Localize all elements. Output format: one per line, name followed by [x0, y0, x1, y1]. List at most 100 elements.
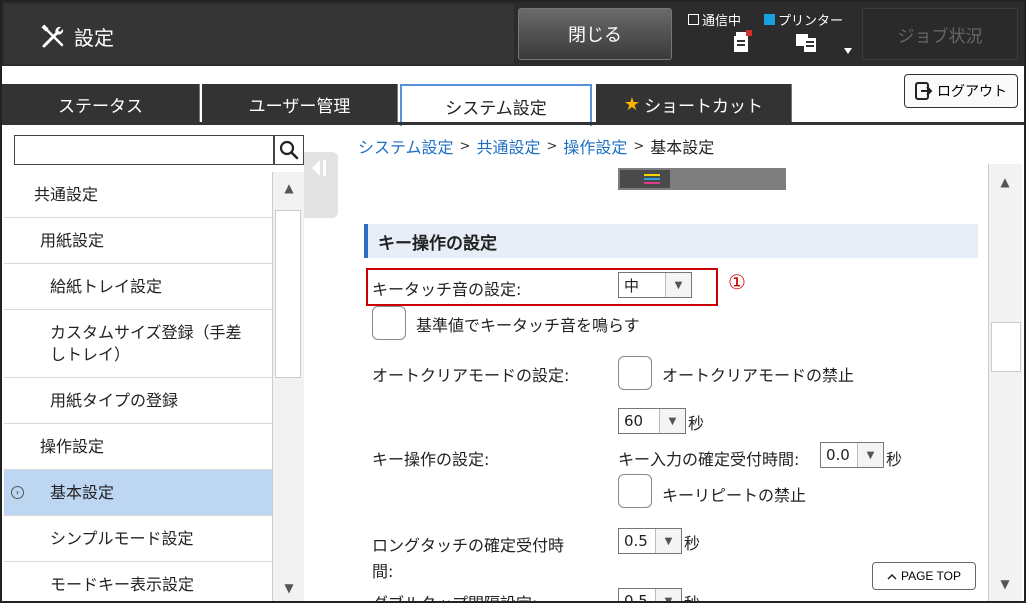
unit-seconds: 秒 — [688, 414, 705, 433]
close-button[interactable]: 閉じる — [518, 8, 672, 60]
app-window: 設定 閉じる 通信中 プリンター ジョブ状況 ログアウト ステータス ユーザー管… — [0, 0, 1026, 603]
legend-printer: プリンター — [764, 10, 843, 29]
chevron-up-icon — [887, 573, 897, 580]
key-input-time-label: キー入力の確定受付時間: — [618, 450, 800, 469]
beep-default-label: 基準値でキータッチ音を鳴らす — [416, 316, 640, 335]
chevron-down-icon: ▼ — [665, 273, 691, 297]
nav-item-basic-settings[interactable]: › 基本設定 — [4, 470, 272, 516]
breadcrumb-system-settings[interactable]: システム設定 — [358, 134, 454, 158]
chevron-down-icon: ▼ — [659, 409, 685, 433]
key-touch-label: キータッチ音の設定: — [372, 280, 522, 299]
key-input-time-select[interactable]: 0.0 ▼ — [820, 442, 884, 468]
unit-seconds: 秒 — [684, 534, 701, 553]
tab-status-label: ステータス — [58, 96, 143, 117]
main-scrollbar[interactable]: ▲ ▼ — [988, 164, 1022, 601]
key-touch-select[interactable]: 中 ▼ — [618, 272, 692, 298]
key-operation-label: キー操作の設定: — [372, 450, 490, 469]
nav-item-common-settings[interactable]: 共通設定 — [4, 172, 272, 218]
beep-default-checkbox[interactable] — [372, 306, 406, 340]
auto-clear-time-select[interactable]: 60 ▼ — [618, 408, 686, 434]
unit-seconds: 秒 — [684, 590, 700, 601]
nav-item-label: 基本設定 — [50, 482, 115, 502]
section-header: キー操作の設定 — [364, 224, 978, 258]
nav-item-label: カスタムサイズ登録（手差しトレイ） — [50, 322, 242, 364]
page-top-label: PAGE TOP — [900, 569, 962, 583]
breadcrumb-operation-settings[interactable]: 操作設定 — [563, 134, 627, 158]
nav-item-label: 給紙トレイ設定 — [50, 276, 163, 296]
annotation-number: ① — [728, 270, 746, 294]
tab-system-settings[interactable]: システム設定 — [400, 84, 592, 126]
star-icon: ★ — [623, 93, 641, 115]
long-touch-time-value: 0.5 — [624, 532, 648, 550]
selected-arrow-icon: › — [11, 486, 24, 499]
tab-underline — [2, 122, 1024, 125]
comm-device-icon[interactable] — [730, 28, 754, 54]
double-tap-label: ダブルタップ間隔設定: — [372, 590, 537, 601]
comm-legend-swatch — [688, 14, 699, 25]
tab-shortcut-label: ショートカット — [644, 96, 764, 117]
preview-strip — [618, 168, 786, 190]
page-title: 設定 — [74, 26, 114, 50]
scroll-down-icon[interactable]: ▼ — [989, 568, 1021, 600]
main-tabs: ステータス ユーザー管理 システム設定 ★ ショートカット — [2, 84, 1024, 126]
collapse-icon — [312, 160, 326, 176]
breadcrumb-common-settings[interactable]: 共通設定 — [476, 134, 540, 158]
nav-item-label: 共通設定 — [34, 184, 99, 204]
sidebar: 共通設定 用紙設定 給紙トレイ設定 カスタムサイズ登録（手差しトレイ） 用紙タイ… — [4, 128, 308, 601]
nav-item-label: モードキー表示設定 — [50, 574, 195, 594]
breadcrumb-current: 基本設定 — [650, 138, 715, 157]
main-scroll-thumb[interactable] — [991, 322, 1021, 372]
nav-item-operation-settings[interactable]: 操作設定 — [4, 424, 272, 470]
key-repeat-disable-checkbox[interactable] — [618, 474, 652, 508]
tab-user-management[interactable]: ユーザー管理 — [202, 84, 398, 124]
sidebar-scrollbar[interactable]: ▲ ▼ — [272, 172, 305, 601]
title-area: 設定 — [4, 4, 514, 64]
breadcrumb-separator: > — [633, 138, 645, 154]
chevron-down-icon: ▼ — [857, 443, 883, 467]
color-lines-icon — [644, 174, 660, 184]
tab-system-settings-label: システム設定 — [445, 98, 547, 119]
long-touch-label: ロングタッチの確定受付時 — [372, 536, 565, 555]
breadcrumb: システム設定 > 共通設定 > 操作設定 > 基本設定 — [358, 134, 714, 158]
nav-list: 共通設定 用紙設定 給紙トレイ設定 カスタムサイズ登録（手差しトレイ） 用紙タイ… — [4, 172, 272, 601]
chevron-down-icon: ▼ — [655, 529, 681, 553]
key-input-time-value: 0.0 — [826, 446, 850, 464]
auto-clear-time-value: 60 — [624, 412, 644, 430]
auto-clear-disable-label: オートクリアモードの禁止 — [662, 366, 855, 385]
nav-item-label: 用紙設定 — [40, 230, 105, 250]
nav-item-custom-size[interactable]: カスタムサイズ登録（手差しトレイ） — [4, 310, 272, 378]
tools-icon — [41, 24, 64, 48]
legend-comm: 通信中 — [688, 10, 741, 29]
long-touch-label-continued: 間: — [372, 562, 394, 581]
search-button[interactable] — [274, 135, 304, 165]
page-top-button[interactable]: PAGE TOP — [872, 562, 976, 590]
nav-item-paper-settings[interactable]: 用紙設定 — [4, 218, 272, 264]
sidebar-collapse-handle[interactable] — [304, 152, 338, 218]
job-status-button[interactable]: ジョブ状況 — [862, 8, 1018, 60]
preview-strip-segment — [620, 170, 670, 188]
legend-printer-label: プリンター — [778, 14, 844, 29]
printer-device-icon[interactable] — [794, 28, 822, 54]
nav-item-tray-settings[interactable]: 給紙トレイ設定 — [4, 264, 272, 310]
nav-item-mode-key-display[interactable]: モードキー表示設定 — [4, 562, 272, 601]
auto-clear-label: オートクリアモードの設定: — [372, 366, 570, 385]
device-status: 通信中 プリンター — [678, 8, 858, 60]
unit-seconds: 秒 — [886, 450, 903, 469]
tab-shortcut[interactable]: ★ ショートカット — [596, 84, 792, 124]
sidebar-scroll-thumb[interactable] — [275, 210, 301, 378]
long-touch-time-select[interactable]: 0.5 ▼ — [618, 528, 682, 554]
nav-item-label: 操作設定 — [40, 436, 105, 456]
scroll-up-icon[interactable]: ▲ — [989, 166, 1021, 198]
dropdown-triangle-icon[interactable] — [844, 48, 852, 54]
nav-item-paper-type[interactable]: 用紙タイプの登録 — [4, 378, 272, 424]
scroll-up-icon[interactable]: ▲ — [273, 172, 305, 204]
chevron-down-icon: ▼ — [655, 589, 681, 601]
search-input[interactable] — [14, 135, 274, 165]
tab-status[interactable]: ステータス — [2, 84, 200, 124]
auto-clear-disable-checkbox[interactable] — [618, 356, 652, 390]
scroll-down-icon[interactable]: ▼ — [273, 572, 305, 601]
legend-comm-label: 通信中 — [702, 14, 742, 29]
nav-item-simple-mode[interactable]: シンプルモード設定 — [4, 516, 272, 562]
double-tap-value: 0.5 — [624, 592, 648, 603]
double-tap-select[interactable]: 0.5 ▼ — [618, 588, 682, 603]
